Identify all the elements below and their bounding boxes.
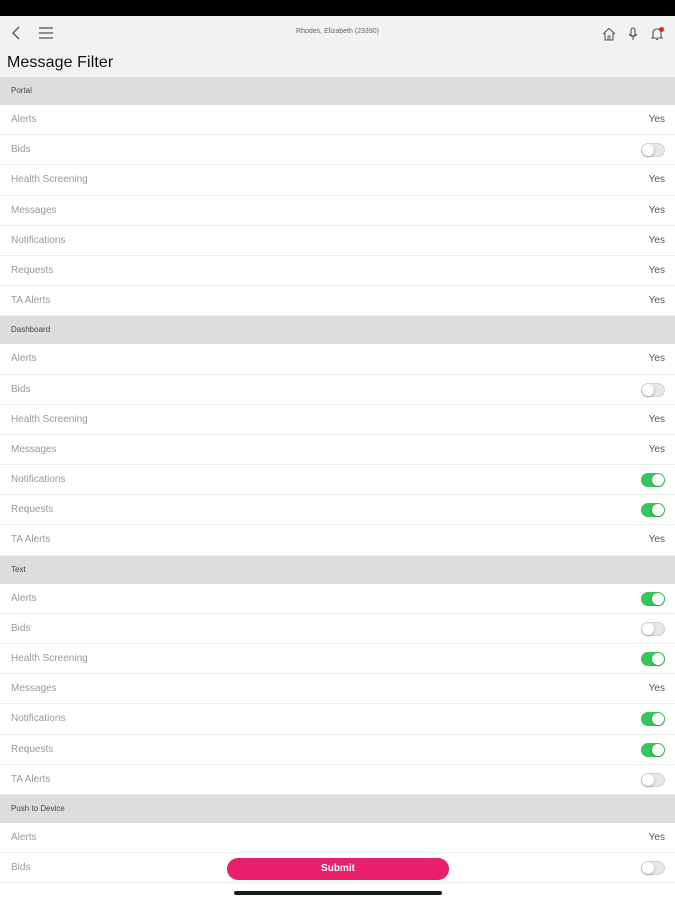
toggle-knob	[642, 622, 654, 635]
toggle-switch[interactable]	[641, 473, 665, 488]
filter-row: Messages Yes	[0, 195, 675, 226]
toggle-knob	[652, 474, 664, 487]
filter-row-value: Yes	[648, 353, 665, 365]
toggle-knob	[652, 713, 664, 726]
filter-row-label: Requests	[11, 743, 54, 755]
toggle-switch[interactable]	[641, 382, 665, 397]
toggle-switch[interactable]	[641, 652, 665, 666]
toggle-knob	[642, 862, 654, 875]
filter-row-value: Yes	[648, 204, 665, 216]
filter-row: Alerts Yes	[0, 344, 675, 375]
filter-row[interactable]: Requests	[0, 734, 675, 765]
top-navigation-bar: Rhodes, Elizabeth (23390)	[0, 16, 675, 50]
filter-row-label: Messages	[11, 683, 57, 695]
toggle-switch[interactable]	[641, 621, 665, 636]
toggle-knob	[642, 773, 654, 786]
filter-row: Alerts Yes	[0, 105, 675, 136]
filter-row[interactable]: TA Alerts	[0, 764, 675, 795]
filter-row: Health Screening Yes	[0, 404, 675, 435]
filter-row-label: Health Screening	[11, 174, 88, 186]
filter-row-label: Messages	[11, 204, 57, 216]
filter-row[interactable]: Notifications	[0, 704, 675, 735]
toggle-knob	[642, 144, 654, 157]
current-user-label: Rhodes, Elizabeth (23390)	[296, 28, 379, 35]
bell-icon[interactable]	[649, 26, 665, 42]
message-filter-list: Portal Alerts Yes Bids Health Screening Yes Me…	[0, 77, 675, 884]
filter-row-value: Yes	[648, 534, 665, 546]
filter-row-value: Yes	[648, 831, 665, 843]
toggle-switch[interactable]	[641, 712, 665, 727]
filter-row-label: Bids	[11, 144, 31, 156]
toggle-switch[interactable]	[641, 591, 665, 606]
filter-row-label: Messages	[11, 443, 57, 455]
section-header: Push to Device	[0, 794, 675, 823]
filter-row-label: Notifications	[11, 474, 66, 486]
filter-row-label: Requests	[11, 504, 54, 516]
microphone-icon[interactable]	[625, 26, 641, 42]
filter-row-label: Bids	[11, 622, 31, 634]
filter-row-label: Alerts	[11, 114, 37, 125]
filter-row-label: TA Alerts	[11, 295, 51, 307]
home-icon[interactable]	[601, 26, 617, 42]
section-header: Portal	[0, 77, 675, 105]
toggle-knob	[652, 743, 664, 756]
filter-row[interactable]: Notifications	[0, 465, 675, 496]
filter-row: Messages Yes	[0, 674, 675, 705]
filter-row-label: TA Alerts	[11, 534, 51, 546]
filter-row-label: Health Screening	[11, 413, 88, 425]
filter-row-value: Yes	[648, 264, 665, 276]
filter-row[interactable]: Bids	[0, 374, 675, 405]
notification-badge	[659, 27, 664, 32]
filter-row-value: Yes	[648, 234, 665, 246]
filter-row: Alerts Yes	[0, 822, 675, 854]
filter-row[interactable]: Requests	[0, 495, 675, 526]
toggle-knob	[652, 592, 664, 605]
submit-button[interactable]: Submit	[227, 858, 449, 880]
filter-row-label: Alerts	[11, 831, 37, 843]
toggle-switch[interactable]	[641, 742, 665, 757]
status-bar	[0, 0, 675, 16]
toggle-switch[interactable]	[641, 772, 665, 787]
toggle-switch[interactable]	[641, 503, 665, 518]
filter-row-label: Alerts	[11, 353, 37, 365]
filter-row-value: Yes	[648, 413, 665, 425]
page-title: Message Filter	[7, 54, 114, 71]
filter-row[interactable]: Health Screening	[0, 644, 675, 675]
toggle-knob	[642, 383, 654, 396]
filter-row-label: Health Screening	[11, 653, 88, 664]
section-header: Dashboard	[0, 316, 675, 345]
filter-row-value: Yes	[648, 443, 665, 455]
filter-row-label: Alerts	[11, 592, 37, 604]
page-title-row: Message Filter	[0, 50, 675, 77]
section-header: Text	[0, 555, 675, 584]
filter-row-label: TA Alerts	[11, 773, 51, 785]
filter-row-value: Yes	[648, 295, 665, 307]
filter-row-label: Notifications	[11, 234, 66, 246]
filter-row: Health Screening Yes	[0, 165, 675, 196]
filter-row: Requests Yes	[0, 255, 675, 287]
filter-row-value: Yes	[648, 114, 665, 125]
filter-row-value: Yes	[648, 683, 665, 695]
filter-row: Messages Yes	[0, 434, 675, 466]
home-indicator	[234, 891, 442, 895]
toggle-knob	[652, 653, 664, 665]
filter-row-label: Notifications	[11, 713, 66, 725]
filter-row-label: Bids	[11, 862, 31, 874]
filter-row: TA Alerts Yes	[0, 286, 675, 317]
filter-row: Notifications Yes	[0, 225, 675, 256]
toggle-switch[interactable]	[641, 861, 665, 876]
filter-row[interactable]: Bids	[0, 613, 675, 644]
toggle-switch[interactable]	[641, 143, 665, 158]
filter-row: TA Alerts Yes	[0, 525, 675, 556]
filter-row[interactable]: Alerts	[0, 583, 675, 614]
toggle-knob	[652, 504, 664, 517]
filter-row-value: Yes	[648, 174, 665, 186]
filter-row[interactable]: Bids	[0, 135, 675, 166]
filter-row-label: Bids	[11, 383, 31, 395]
filter-row-label: Requests	[11, 264, 54, 276]
